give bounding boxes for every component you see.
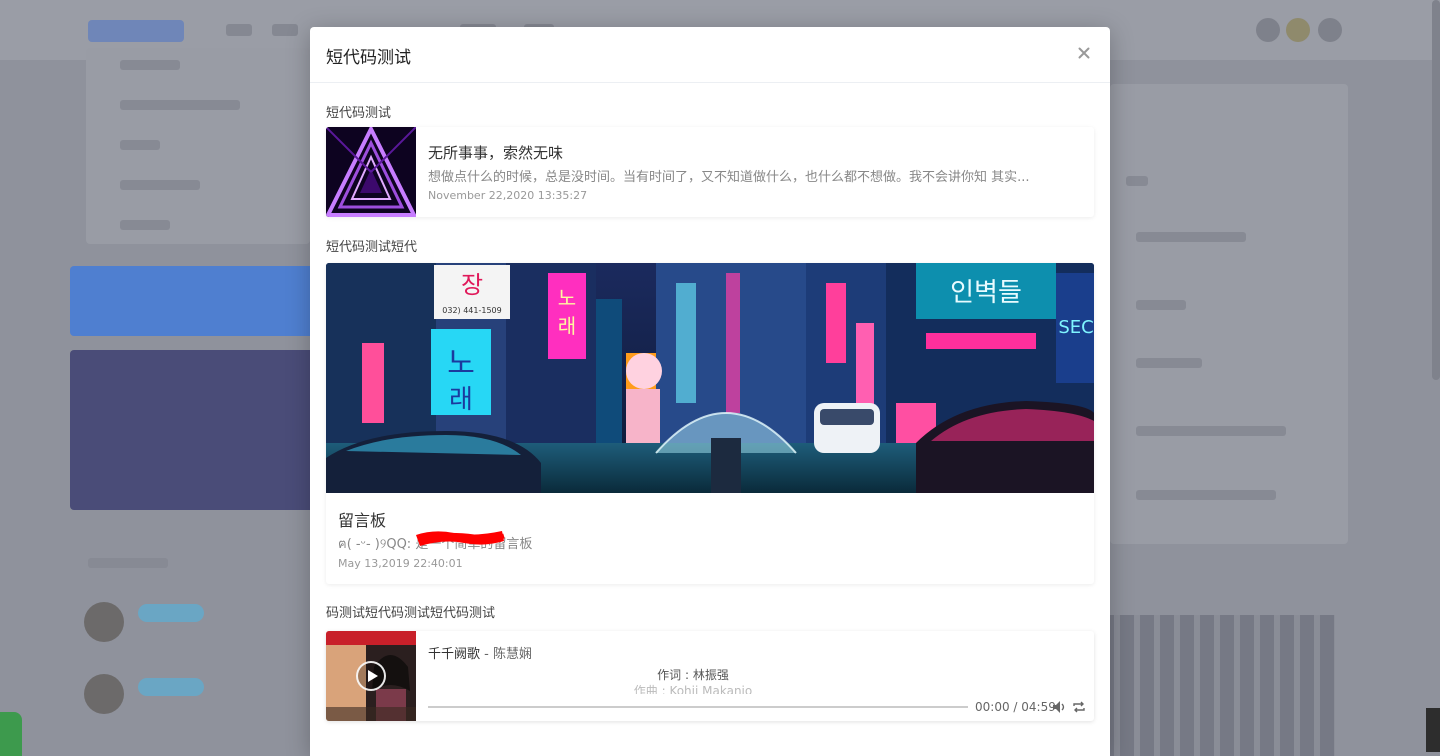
section-label: 短代码测试短代 — [326, 240, 418, 255]
background-text — [120, 180, 200, 190]
svg-text:래: 래 — [449, 385, 473, 415]
background-widget — [0, 712, 22, 756]
post-card[interactable]: 无所事事，索然无味 想做点什么的时候，总是没时间。当有时间了，又不知道做什么，也… — [326, 127, 1094, 217]
song-title: 千千阙歌 — [428, 647, 481, 662]
background-tag — [138, 604, 204, 622]
post-excerpt: 想做点什么的时候，总是没时间。当有时间了，又不知道做什么，也什么都不想做。我不会… — [428, 170, 1030, 185]
background-text — [1136, 490, 1276, 500]
background-text — [120, 100, 240, 110]
close-icon — [1078, 47, 1090, 59]
shortcode-modal: 短代码测试 短代码测试 无所事事，索然无味 想做点什么的时候，总是没时间。当有时… — [310, 27, 1110, 756]
lyric-line-current: 作词 : 林振强 — [657, 668, 729, 682]
background-text — [120, 60, 180, 70]
page-scrollbar[interactable] — [1432, 0, 1440, 380]
background-tag — [138, 678, 204, 696]
svg-text:032) 441-1509: 032) 441-1509 — [442, 306, 501, 315]
background-banner — [70, 266, 320, 336]
background-text — [88, 558, 168, 568]
lyric-line-next: 作曲 : Kohji Makanio — [633, 684, 753, 694]
background-text — [1136, 232, 1246, 242]
volume-button[interactable] — [1052, 699, 1068, 715]
post-title[interactable]: 无所事事，索然无味 — [428, 142, 563, 163]
close-button[interactable] — [1072, 41, 1096, 65]
background-nav-item — [272, 24, 298, 36]
modal-body: 短代码测试 无所事事，索然无味 想做点什么的时候，总是没时间。当有时间了，又不知… — [326, 83, 1094, 721]
section-label: 码测试短代码测试短代码测试 — [326, 606, 496, 621]
background-logo — [88, 20, 184, 42]
progress-bar[interactable] — [428, 706, 968, 708]
guestbook-date: May 13,2019 22:40:01 — [338, 557, 463, 570]
post-thumbnail — [326, 127, 416, 217]
loop-icon — [1073, 701, 1085, 713]
neon-street-image: 장 032) 441-1509 노 래 노 래 인벽들 SEC — [326, 263, 1094, 493]
section-label: 短代码测试 — [326, 106, 392, 121]
play-icon — [368, 670, 378, 682]
song-artist: - 陈慧娴 — [480, 647, 532, 662]
svg-text:장: 장 — [461, 271, 483, 299]
album-cover — [326, 631, 416, 721]
background-avatar — [1256, 18, 1280, 42]
background-nav-item — [226, 24, 252, 36]
song-title-line: 千千阙歌 - 陈慧娴 — [428, 643, 532, 662]
play-button[interactable] — [356, 661, 386, 691]
background-avatar — [1286, 18, 1310, 42]
svg-text:SEC: SEC — [1058, 317, 1093, 338]
music-player: 千千阙歌 - 陈慧娴 作词 : 林振强 作曲 : Kohji Makanio 0… — [326, 631, 1094, 721]
modal-title: 短代码测试 — [326, 48, 411, 68]
background-screenshot — [70, 350, 320, 510]
background-text — [120, 220, 170, 230]
background-text — [120, 140, 160, 150]
loop-button[interactable] — [1072, 699, 1088, 715]
svg-text:인벽들: 인벽들 — [950, 278, 1022, 308]
svg-text:노: 노 — [447, 346, 475, 381]
background-avatar — [1318, 18, 1342, 42]
background-text — [1126, 176, 1148, 186]
background-sidebar — [1110, 84, 1348, 544]
background-text — [1136, 300, 1186, 310]
guestbook-card[interactable]: 장 032) 441-1509 노 래 노 래 인벽들 SEC 留言板 ฅ(-… — [326, 263, 1094, 584]
background-text — [1136, 358, 1202, 368]
post-date: November 22,2020 13:35:27 — [428, 189, 588, 202]
svg-text:노: 노 — [558, 286, 576, 310]
background-avatar — [84, 674, 124, 714]
background-text — [1136, 426, 1286, 436]
redaction-scribble — [416, 531, 505, 546]
modal-header: 短代码测试 — [310, 27, 1110, 83]
background-meter — [1426, 708, 1440, 752]
volume-icon — [1053, 701, 1065, 713]
svg-text:래: 래 — [558, 314, 576, 338]
guestbook-title[interactable]: 留言板 — [338, 507, 386, 531]
time-display: 00:00 / 04:59 — [975, 700, 1056, 714]
background-grid — [1100, 615, 1335, 756]
background-avatar — [84, 602, 124, 642]
